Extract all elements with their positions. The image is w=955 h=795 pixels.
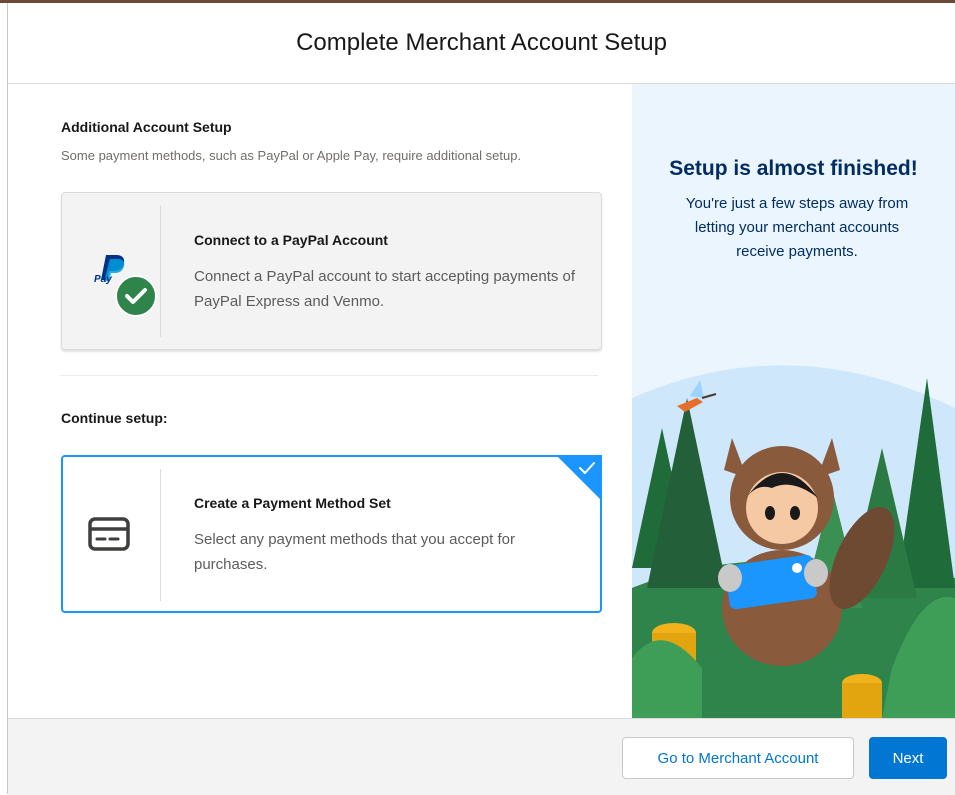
next-button[interactable]: Next: [869, 737, 947, 779]
payment-method-set-card[interactable]: Create a Payment Method Set Select any p…: [61, 455, 602, 613]
section-divider: [60, 375, 598, 376]
modal-header: Complete Merchant Account Setup: [8, 3, 955, 84]
modal-footer: Go to Merchant Account Next: [8, 718, 955, 795]
paypal-card-title: Connect to a PayPal Account: [194, 232, 388, 248]
credit-card-icon: [88, 517, 130, 556]
setup-progress-panel: Setup is almost finished! You're just a …: [632, 84, 955, 718]
aside-body: You're just a few steps away from lettin…: [685, 195, 909, 260]
paypal-account-card[interactable]: Pay Connect to a PayPal Account Connect …: [61, 192, 602, 350]
card-divider: [160, 205, 161, 337]
payment-card-title: Create a Payment Method Set: [194, 495, 391, 511]
aside-heading: Setup is almost finished!: [669, 157, 918, 180]
payment-card-description: Select any payment methods that you acce…: [194, 531, 516, 573]
paypal-card-description: Connect a PayPal account to start accept…: [194, 268, 576, 310]
continue-setup-title: Continue setup:: [61, 410, 168, 426]
modal-content: Additional Account Setup Some payment me…: [8, 84, 632, 718]
additional-setup-title: Additional Account Setup: [61, 119, 232, 135]
paypal-logo-text: Pay: [94, 274, 112, 285]
go-to-merchant-account-button[interactable]: Go to Merchant Account: [622, 737, 854, 779]
modal-title: Complete Merchant Account Setup: [296, 29, 667, 56]
card-divider: [160, 469, 161, 601]
check-icon: [578, 459, 596, 482]
mascot-illustration: [632, 365, 955, 718]
check-circle-icon: [115, 275, 157, 317]
additional-setup-subtitle: Some payment methods, such as PayPal or …: [61, 148, 522, 163]
